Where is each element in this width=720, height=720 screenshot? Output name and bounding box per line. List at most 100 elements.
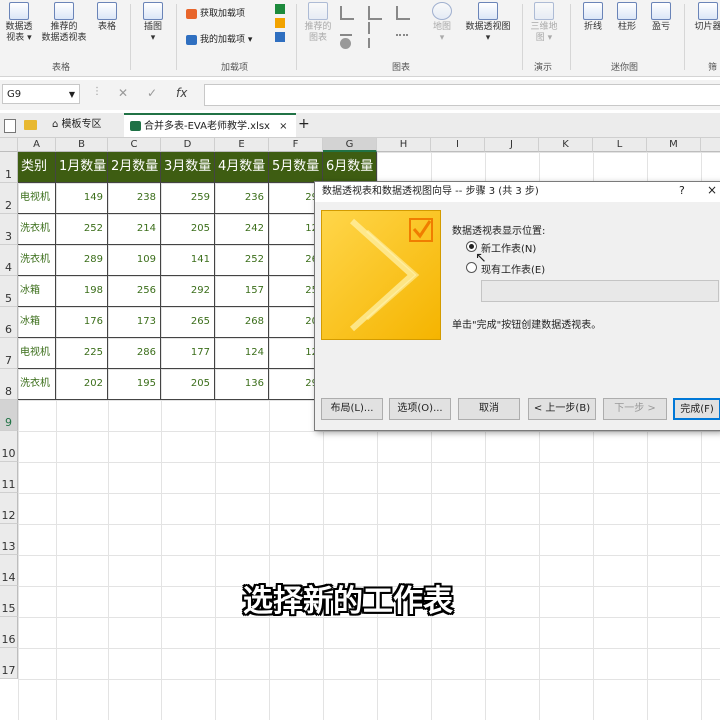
table-cell[interactable]: 252: [56, 214, 108, 245]
column-header[interactable]: K: [539, 138, 593, 152]
row-header[interactable]: 9: [0, 400, 18, 431]
table-cell[interactable]: 205: [161, 214, 215, 245]
finish-button[interactable]: 完成(F): [673, 398, 720, 420]
row-header[interactable]: 12: [0, 493, 18, 524]
column-header[interactable]: N: [701, 138, 720, 152]
next-button[interactable]: 下一步 >: [603, 398, 667, 420]
dialog-title-text: 数据透视表和数据透视图向导 -- 步骤 3 (共 3 步): [322, 186, 539, 197]
table-cell[interactable]: 141: [161, 245, 215, 276]
column-header[interactable]: G: [323, 138, 377, 152]
table-cell[interactable]: 176: [56, 307, 108, 338]
table-cell[interactable]: 252: [215, 245, 269, 276]
row-header[interactable]: 5: [0, 276, 18, 307]
column-header[interactable]: I: [431, 138, 485, 152]
dialog-close-icon[interactable]: ×: [707, 183, 717, 197]
table-header-cell[interactable]: 6月数量: [323, 152, 377, 183]
table-header-cell[interactable]: 类别: [18, 152, 56, 183]
table-cell[interactable]: 电视机: [18, 183, 56, 214]
table-cell[interactable]: 149: [56, 183, 108, 214]
table-header-cell[interactable]: 1月数量: [56, 152, 108, 183]
table-cell[interactable]: 195: [108, 369, 161, 400]
table-cell[interactable]: 236: [215, 183, 269, 214]
pivot-wizard-dialog: 数据透视表和数据透视图向导 -- 步骤 3 (共 3 步) ? × 数据透视表显…: [314, 181, 720, 431]
column-header[interactable]: C: [108, 138, 161, 152]
gridline: [18, 462, 720, 463]
column-header[interactable]: M: [647, 138, 701, 152]
dialog-title: 数据透视表和数据透视图向导 -- 步骤 3 (共 3 步): [315, 182, 720, 202]
column-header[interactable]: F: [269, 138, 323, 152]
column-header[interactable]: H: [377, 138, 431, 152]
table-cell[interactable]: 电视机: [18, 338, 56, 369]
options-button[interactable]: 选项(O)...: [389, 398, 451, 420]
radio-selected-dot: [469, 244, 474, 249]
column-header[interactable]: D: [161, 138, 215, 152]
wizard-arrow-graphic: [349, 218, 433, 332]
range-input[interactable]: [481, 280, 719, 302]
table-cell[interactable]: 238: [108, 183, 161, 214]
column-header[interactable]: L: [593, 138, 647, 152]
table-cell[interactable]: 202: [56, 369, 108, 400]
layout-button[interactable]: 布局(L)...: [321, 398, 383, 420]
table-cell[interactable]: 225: [56, 338, 108, 369]
cancel-button[interactable]: 取消: [458, 398, 520, 420]
row-header[interactable]: 13: [0, 524, 18, 555]
column-header[interactable]: A: [18, 138, 56, 152]
table-cell[interactable]: 265: [161, 307, 215, 338]
row-header[interactable]: 8: [0, 369, 18, 400]
row-header[interactable]: 10: [0, 431, 18, 462]
table-cell[interactable]: 289: [56, 245, 108, 276]
row-header[interactable]: 7: [0, 338, 18, 369]
row-header[interactable]: 1: [0, 152, 18, 183]
row-header[interactable]: 3: [0, 214, 18, 245]
gridline: [18, 679, 720, 680]
back-button[interactable]: < 上一步(B): [528, 398, 596, 420]
table-cell[interactable]: 268: [215, 307, 269, 338]
video-subtitle: 选择新的工作表: [243, 584, 453, 619]
table-cell[interactable]: 136: [215, 369, 269, 400]
gridline: [18, 555, 720, 556]
table-cell[interactable]: 242: [215, 214, 269, 245]
table-cell[interactable]: 洗衣机: [18, 245, 56, 276]
mouse-cursor-icon: ↖: [475, 250, 487, 266]
table-cell[interactable]: 198: [56, 276, 108, 307]
gridline: [18, 524, 720, 525]
row-header[interactable]: 17: [0, 648, 18, 679]
table-header-cell[interactable]: 2月数量: [108, 152, 161, 183]
row-header[interactable]: 15: [0, 586, 18, 617]
table-header-cell[interactable]: 5月数量: [269, 152, 323, 183]
table-cell[interactable]: 256: [108, 276, 161, 307]
location-label: 数据透视表显示位置:: [452, 226, 546, 237]
wizard-illustration: [321, 210, 441, 340]
select-all-corner[interactable]: [0, 138, 18, 152]
table-cell[interactable]: 洗衣机: [18, 214, 56, 245]
gridline: [18, 431, 720, 432]
row-header[interactable]: 2: [0, 183, 18, 214]
table-cell[interactable]: 205: [161, 369, 215, 400]
table-cell[interactable]: 214: [108, 214, 161, 245]
table-cell[interactable]: 157: [215, 276, 269, 307]
gridline: [18, 493, 720, 494]
table-cell[interactable]: 109: [108, 245, 161, 276]
table-cell[interactable]: 292: [161, 276, 215, 307]
table-cell[interactable]: 洗衣机: [18, 369, 56, 400]
row-header[interactable]: 14: [0, 555, 18, 586]
help-icon[interactable]: ?: [679, 184, 685, 197]
option-existing-worksheet[interactable]: 现有工作表(E): [481, 261, 545, 276]
table-cell[interactable]: 173: [108, 307, 161, 338]
table-header-cell[interactable]: 4月数量: [215, 152, 269, 183]
column-header[interactable]: B: [56, 138, 108, 152]
table-header-cell[interactable]: 3月数量: [161, 152, 215, 183]
row-header[interactable]: 6: [0, 307, 18, 338]
table-cell[interactable]: 177: [161, 338, 215, 369]
table-cell[interactable]: 冰箱: [18, 307, 56, 338]
option-new-worksheet[interactable]: 新工作表(N): [481, 240, 536, 255]
row-header[interactable]: 11: [0, 462, 18, 493]
row-header[interactable]: 16: [0, 617, 18, 648]
column-header[interactable]: J: [485, 138, 539, 152]
row-header[interactable]: 4: [0, 245, 18, 276]
table-cell[interactable]: 286: [108, 338, 161, 369]
table-cell[interactable]: 冰箱: [18, 276, 56, 307]
table-cell[interactable]: 259: [161, 183, 215, 214]
column-header[interactable]: E: [215, 138, 269, 152]
table-cell[interactable]: 124: [215, 338, 269, 369]
